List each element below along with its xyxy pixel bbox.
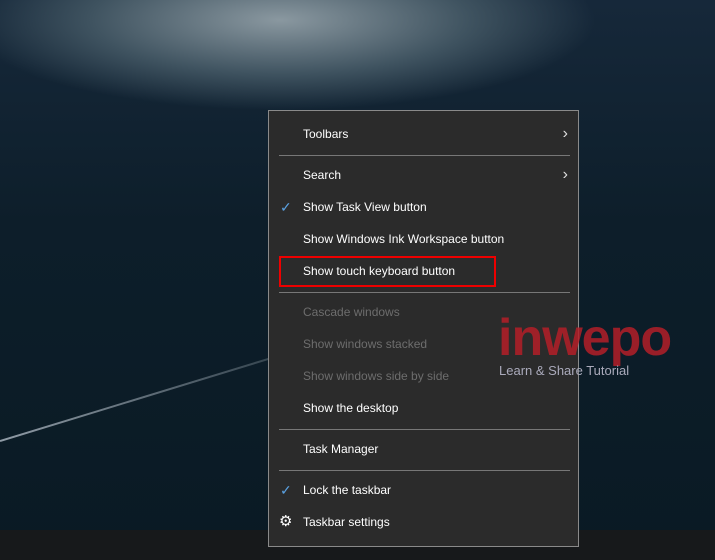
label: Taskbar settings [303,515,390,529]
separator [279,292,570,293]
label: Show the desktop [303,401,399,415]
menu-item-toolbars[interactable]: Toolbars › [269,119,578,149]
label: Lock the taskbar [303,483,392,497]
label: Show windows stacked [303,337,428,351]
wallpaper-streak [0,352,288,442]
menu-item-task-manager[interactable]: Task Manager [269,434,578,464]
label: Task Manager [303,442,379,456]
menu-item-taskbar-settings[interactable]: ⚙ Taskbar settings [269,507,578,537]
label: Toolbars [303,127,349,141]
watermark-logo: inwepo [498,309,672,367]
menu-item-lock-taskbar[interactable]: ✓ Lock the taskbar [269,475,578,505]
menu-item-search[interactable]: Search › [269,160,578,190]
separator [279,429,570,430]
separator [279,155,570,156]
checkmark-icon: ✓ [280,199,292,215]
separator [279,470,570,471]
chevron-right-icon: › [562,125,568,142]
label: Show windows side by side [303,369,450,383]
watermark-tagline: Learn & Share Tutorial [499,363,630,378]
label: Cascade windows [303,305,400,319]
menu-item-show-desktop[interactable]: Show the desktop [269,393,578,423]
checkmark-icon: ✓ [280,482,292,498]
highlight-box [279,256,496,287]
label: Show Task View button [303,200,427,214]
label: Show Windows Ink Workspace button [303,232,505,246]
gear-icon: ⚙ [279,513,293,530]
chevron-right-icon: › [562,166,568,183]
label: Search [303,168,342,182]
menu-item-ink-workspace[interactable]: Show Windows Ink Workspace button [269,224,578,254]
menu-item-task-view[interactable]: ✓ Show Task View button [269,192,578,222]
